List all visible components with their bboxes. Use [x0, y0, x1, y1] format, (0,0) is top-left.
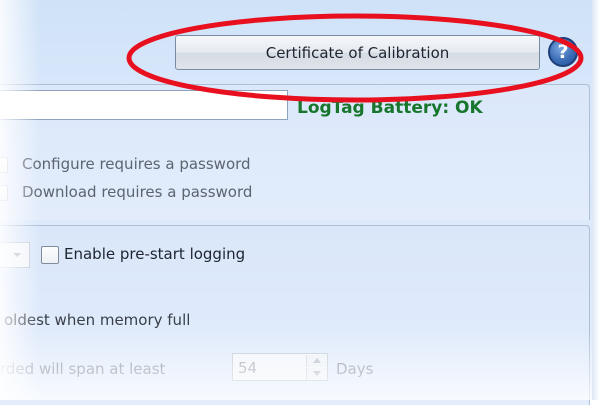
battery-status: LogTag Battery: OK	[297, 98, 483, 118]
chevron-down-icon	[13, 253, 21, 257]
help-icon-glyph: ?	[557, 41, 569, 63]
stepper-up-icon[interactable]	[306, 355, 327, 367]
download-password-label: Download requires a password	[22, 183, 253, 201]
configure-password-label: Configure requires a password	[22, 155, 251, 173]
logtag-configuration-window: Certificate of Calibration ? LogTag Batt…	[0, 0, 600, 405]
pre-start-logging-checkbox[interactable]	[41, 246, 59, 264]
stepper-down-icon[interactable]	[306, 368, 327, 380]
span-days-value: 54	[238, 359, 258, 377]
download-password-checkbox[interactable]	[0, 185, 8, 201]
span-duration-label: rded will span at least	[0, 360, 166, 378]
overwrite-oldest-label: oldest when memory full	[4, 311, 191, 329]
help-icon[interactable]: ?	[548, 37, 578, 67]
window-edge	[592, 0, 600, 400]
configure-password-checkbox[interactable]	[0, 157, 8, 173]
pre-start-logging-label: Enable pre-start logging	[64, 245, 246, 263]
user-id-input[interactable]	[0, 90, 288, 120]
certificate-button-label: Certificate of Calibration	[265, 43, 450, 62]
certificate-of-calibration-button[interactable]: Certificate of Calibration	[175, 35, 540, 70]
span-unit-label: Days	[336, 360, 374, 378]
